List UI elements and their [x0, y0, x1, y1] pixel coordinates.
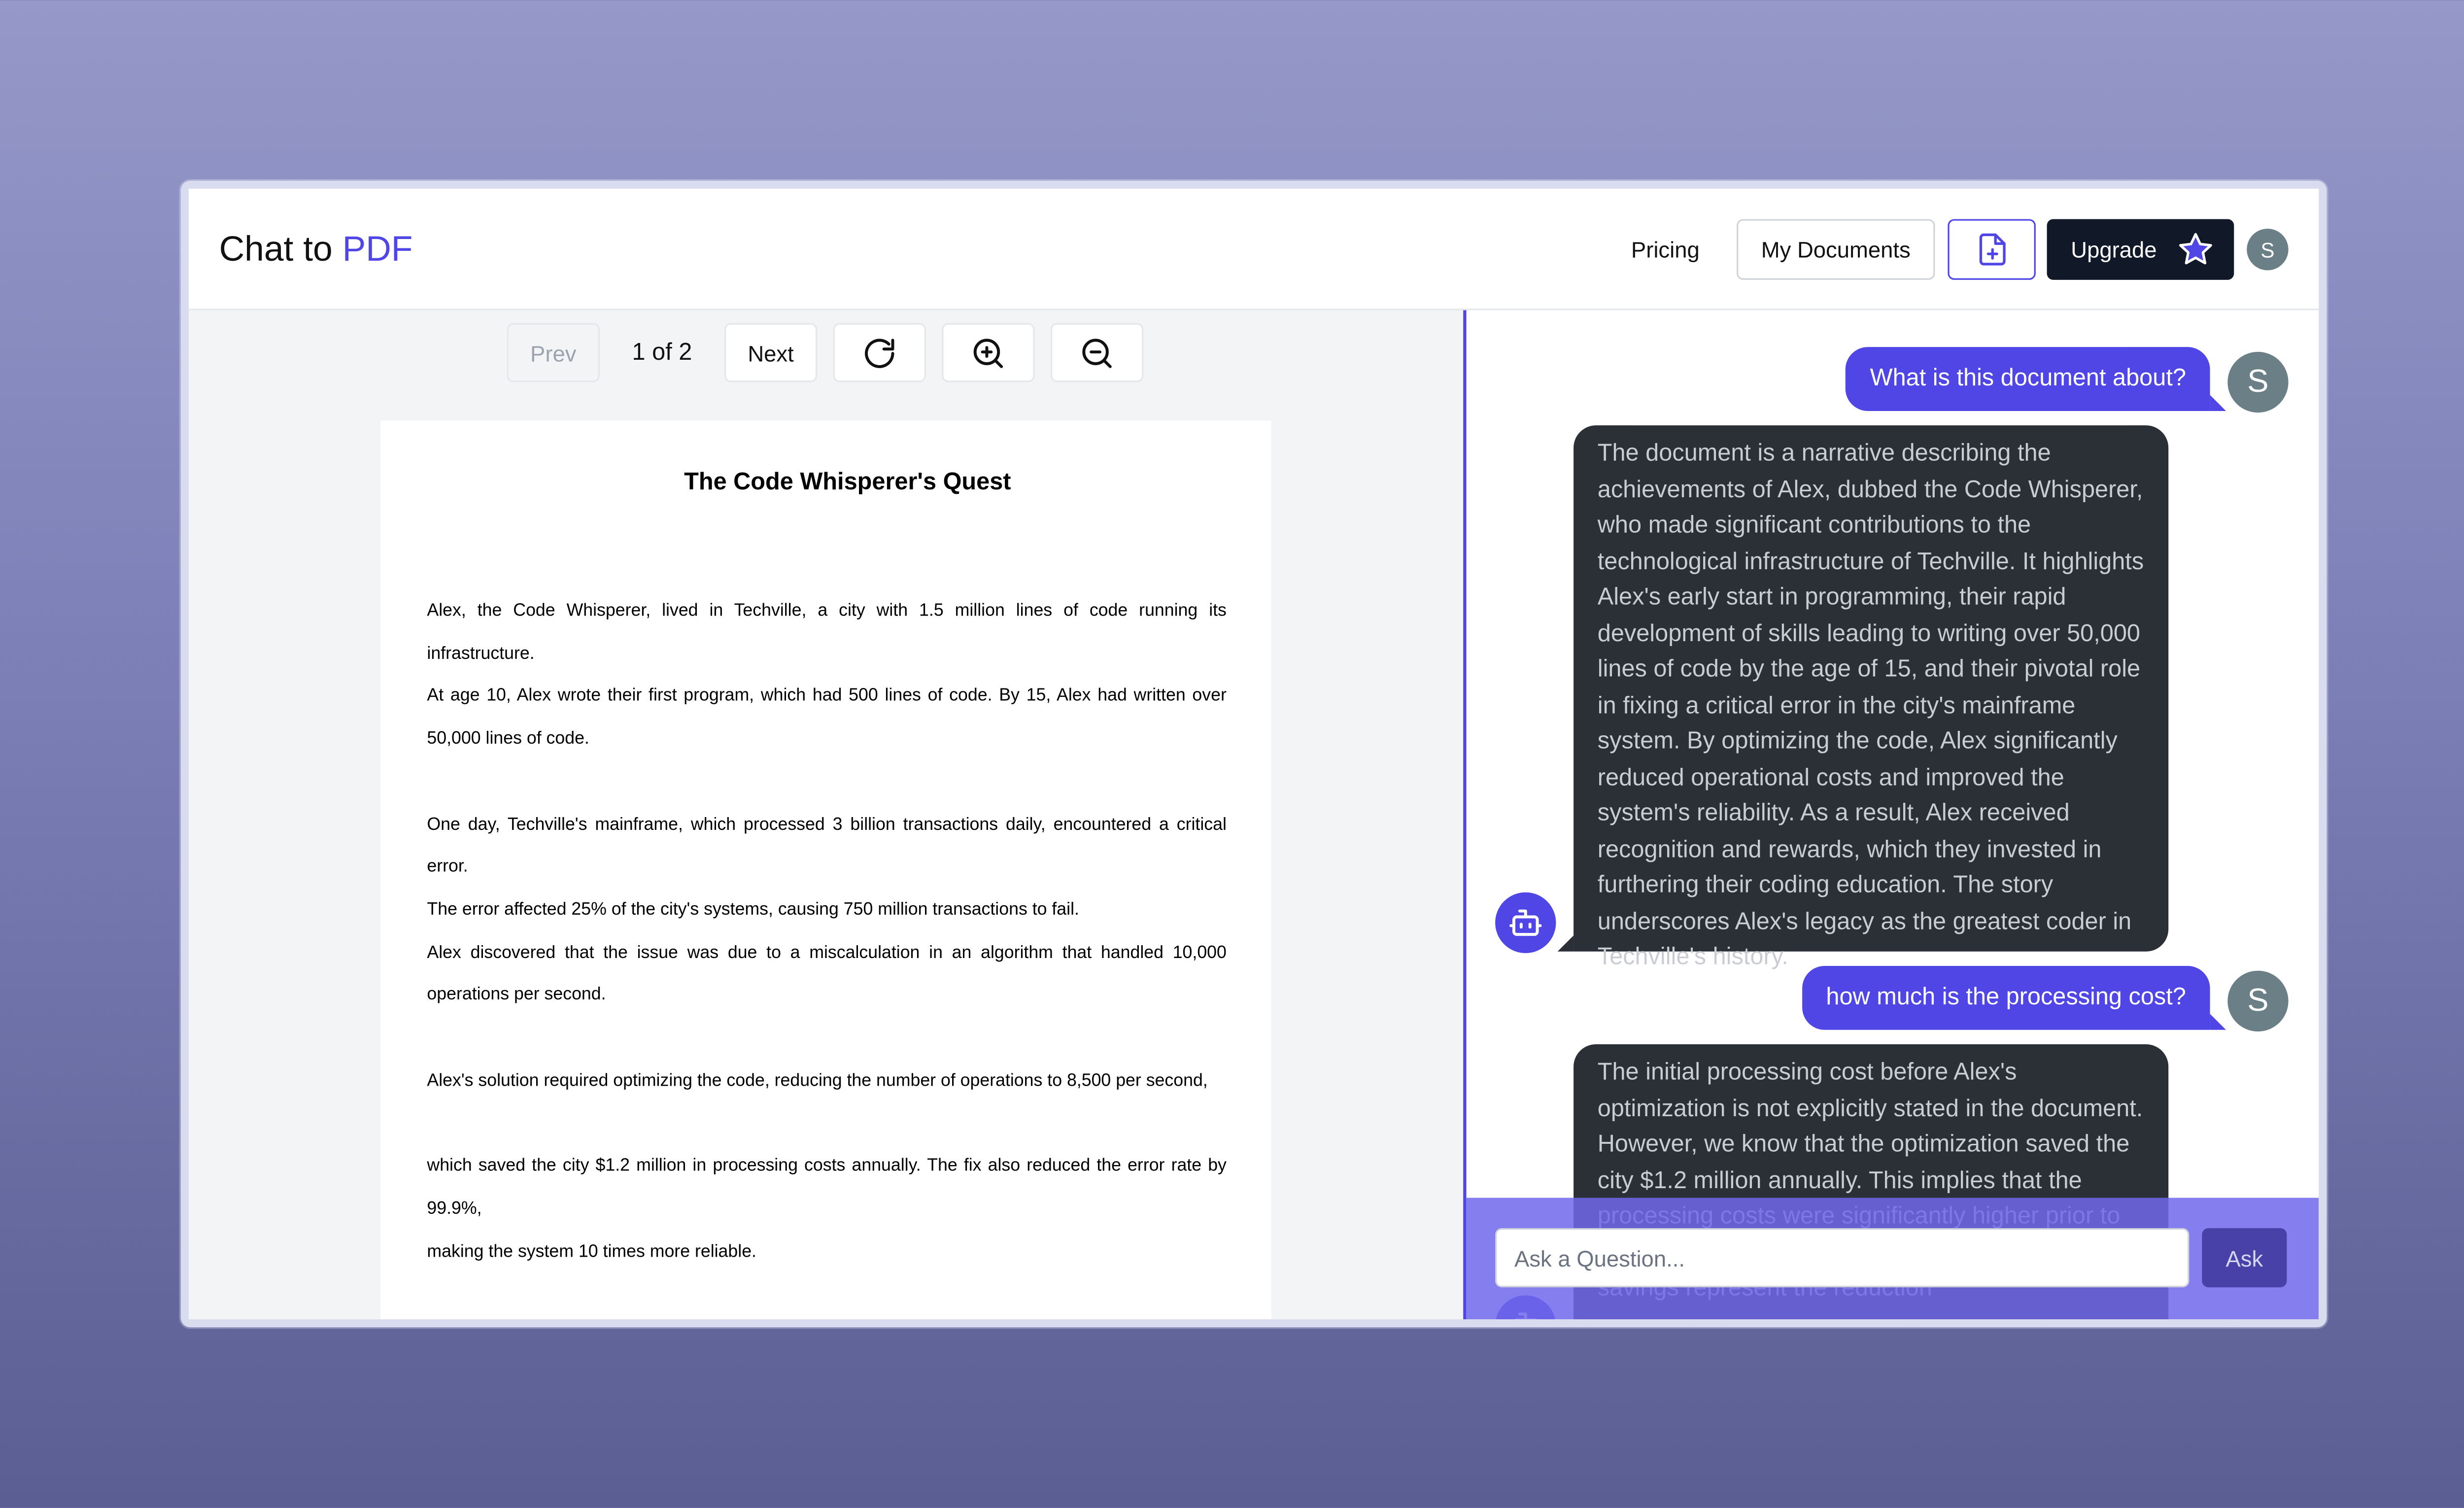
logo-accent-text: PDF: [342, 229, 413, 269]
zoom-out-button[interactable]: [1050, 323, 1144, 382]
bot-avatar: [1495, 892, 1556, 954]
upgrade-label: Upgrade: [2071, 237, 2157, 263]
bot-icon: [1509, 909, 1542, 936]
question-input[interactable]: [1495, 1228, 2190, 1288]
viewport: Chat to PDF Pricing My Documents Upgrade…: [0, 0, 2464, 1508]
prev-page-button[interactable]: Prev: [507, 323, 600, 382]
app-logo[interactable]: Chat to PDF: [219, 229, 413, 270]
user-avatar: S: [2227, 351, 2289, 413]
pdf-paragraph: One day, Techville's mainframe, which pr…: [427, 815, 1227, 877]
top-header: Chat to PDF Pricing My Documents Upgrade…: [188, 188, 2319, 310]
app-window: Chat to PDF Pricing My Documents Upgrade…: [188, 188, 2319, 1320]
pdf-paragraph: Alex's solution required optimizing the …: [427, 1071, 1208, 1091]
pdf-page: The Code Whisperer's Quest Alex, the Cod…: [380, 420, 1271, 1320]
pdf-viewer-panel: Prev 1 of 2 Next The Code Whisperer's Qu…: [188, 310, 1464, 1320]
assistant-message-bubble: The document is a narrative describing t…: [1557, 425, 2169, 971]
user-avatar: S: [2227, 970, 2289, 1032]
zoom-out-icon: [1082, 338, 1112, 368]
my-documents-button[interactable]: My Documents: [1737, 219, 1935, 280]
star-icon: [2178, 233, 2212, 265]
pdf-paragraph: making the system 10 times more reliable…: [427, 1241, 756, 1261]
page-indicator: 1 of 2: [632, 339, 692, 367]
chat-panel: What is this document about? S The docum…: [1466, 310, 2319, 1320]
user-message-bubble: What is this document about?: [1846, 347, 2225, 411]
pdf-paragraph: The error affected 25% of the city's sys…: [427, 900, 1079, 920]
user-avatar[interactable]: S: [2247, 229, 2289, 271]
zoom-in-icon: [973, 338, 1003, 368]
file-plus-icon: [1979, 233, 2005, 266]
pdf-paragraph: Alex, the Code Whisperer, lived in Techv…: [427, 601, 1227, 663]
ask-button[interactable]: Ask: [2202, 1228, 2287, 1288]
pricing-link[interactable]: Pricing: [1631, 237, 1700, 262]
new-document-button[interactable]: [1948, 219, 2036, 280]
upgrade-button[interactable]: Upgrade: [2047, 219, 2234, 280]
zoom-in-button[interactable]: [942, 323, 1035, 382]
rotate-icon: [865, 338, 894, 368]
pdf-paragraph: Alex discovered that the issue was due t…: [427, 943, 1227, 1005]
pdf-body: Alex, the Code Whisperer, lived in Techv…: [427, 590, 1226, 1273]
next-page-button[interactable]: Next: [724, 323, 818, 382]
pdf-paragraph: which saved the city $1.2 million in pro…: [427, 1156, 1227, 1219]
pdf-title: The Code Whisperer's Quest: [684, 468, 1011, 496]
logo-text: Chat to: [219, 229, 333, 269]
pdf-paragraph: At age 10, Alex wrote their first progra…: [427, 686, 1227, 749]
ask-bar: Ask: [1466, 1198, 2319, 1320]
user-message-bubble: how much is the processing cost?: [1802, 965, 2226, 1030]
browser-frame: Chat to PDF Pricing My Documents Upgrade…: [180, 180, 2327, 1328]
rotate-button[interactable]: [833, 323, 926, 382]
